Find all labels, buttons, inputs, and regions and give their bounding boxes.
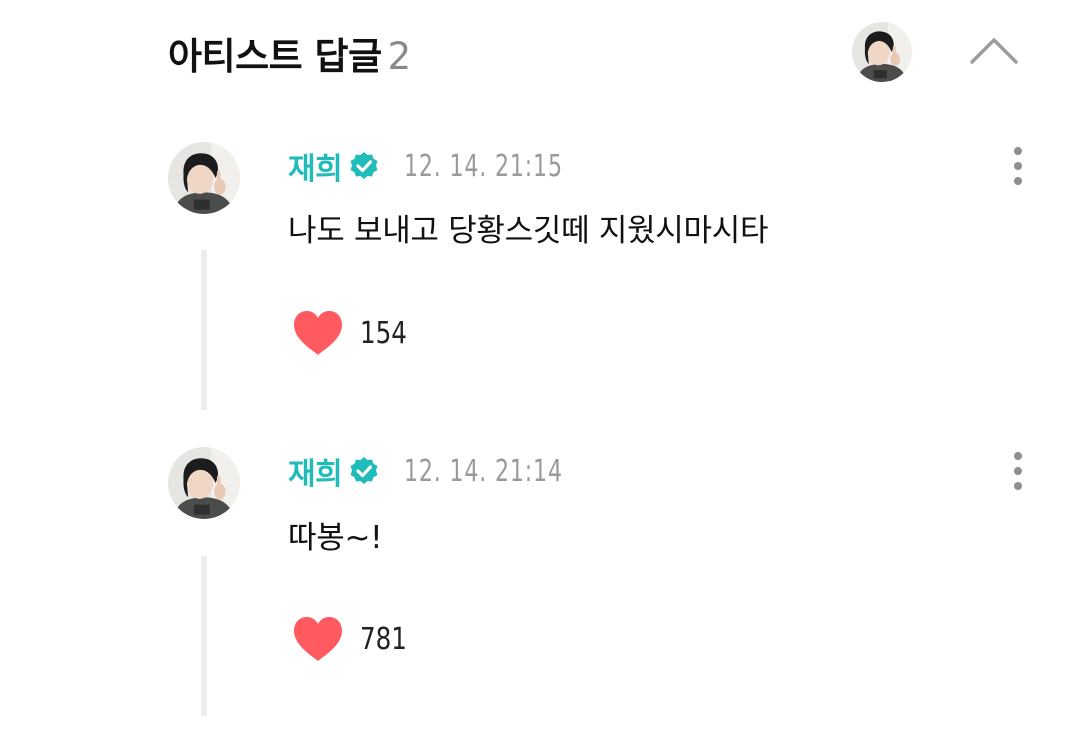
author-name[interactable]: 재희 [288,449,343,493]
comment-timestamp: 12. 14. 21:14 [404,453,564,489]
verified-badge-icon [350,457,378,484]
like-count: 154 [360,315,407,351]
comment-header: 재희 12. 14. 21:14 [288,449,598,493]
chevron-up-icon[interactable] [966,30,1022,70]
author-name[interactable]: 재희 [288,144,343,188]
like-count: 781 [360,621,407,657]
more-options-icon[interactable] [1006,144,1030,188]
comment-text: 따봉~! [288,520,383,556]
section-title-label: 아티스트 답글 [168,35,382,78]
comment-text: 나도 보내고 당황스깃떼 지웠시마시타 [288,213,769,249]
thread-line [201,250,207,410]
comment-header: 재희 12. 14. 21:15 [288,144,598,188]
comment-timestamp: 12. 14. 21:15 [404,148,564,184]
comment-avatar[interactable] [168,142,240,214]
comment-avatar[interactable] [168,447,240,519]
reply-count: 2 [387,35,412,78]
artist-avatar[interactable] [852,22,912,82]
thread-line [201,556,207,716]
like-row: 154 [290,308,417,358]
heart-icon[interactable] [290,308,346,358]
verified-badge-icon [350,152,378,179]
more-options-icon[interactable] [1006,449,1030,493]
section-title: 아티스트 답글 2 [168,32,411,82]
like-row: 781 [290,614,417,664]
heart-icon[interactable] [290,614,346,664]
